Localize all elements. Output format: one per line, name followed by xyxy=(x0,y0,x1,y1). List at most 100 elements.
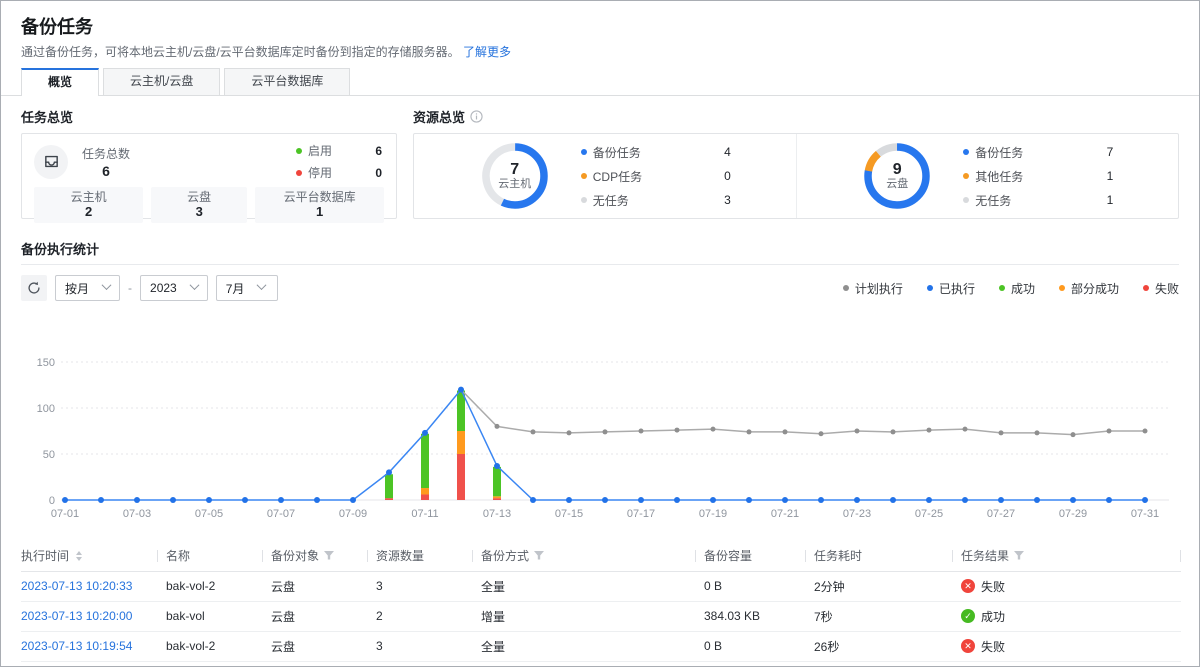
total-tasks-label: 任务总数 xyxy=(82,145,130,162)
hosts-donut-legend: 备份任务 4 CDP任务 0 无任务 3 xyxy=(581,144,731,209)
year-select[interactable]: 2023 xyxy=(140,275,208,301)
backup-record-time-link[interactable]: 2023-07-13 10:20:00 xyxy=(21,609,132,623)
enabled-value: 6 xyxy=(375,144,382,158)
column-resource-count: 资源数量 xyxy=(376,541,481,571)
hosts-donut-label: 云主机 xyxy=(498,178,531,191)
column-backup-target[interactable]: 备份对象 xyxy=(271,541,376,571)
svg-text:07-21: 07-21 xyxy=(771,508,799,520)
hosts-donut-value: 7 xyxy=(510,161,519,178)
legend-item-success[interactable]: 成功 xyxy=(999,280,1035,297)
legend-value: 1 xyxy=(1107,169,1114,183)
filter-icon[interactable] xyxy=(1014,551,1024,560)
period-select-value: 按月 xyxy=(65,280,89,297)
refresh-button[interactable] xyxy=(21,275,47,301)
status-enabled-row: 启用 6 xyxy=(296,142,382,159)
table-row: 2023-07-13 10:16:50bak-vol-2云盘3增量576.05 … xyxy=(21,661,1181,667)
breakdown-hosts-label: 云主机 xyxy=(71,190,107,204)
chevron-down-icon xyxy=(189,280,199,290)
legend-label: 成功 xyxy=(1011,280,1035,297)
task-overview-card: 任务总数 6 启用 6 停用 0 xyxy=(21,133,397,219)
svg-text:100: 100 xyxy=(37,403,55,415)
breakdown-disks-label: 云盘 xyxy=(187,190,211,204)
legend-value: 3 xyxy=(724,193,731,207)
cell-resource-count: 3 xyxy=(376,571,481,601)
legend-item: 备份任务 4 xyxy=(581,144,731,161)
page-description-text: 通过备份任务，可将本地云主机/云盘/云平台数据库定时备份到指定的存储服务器。 xyxy=(21,45,460,59)
chevron-down-icon xyxy=(102,280,112,290)
breakdown-box-databases: 云平台数据库 1 xyxy=(255,187,384,223)
cell-exec-time: 2023-07-13 10:16:50 xyxy=(21,661,166,667)
column-exec-time[interactable]: 执行时间 xyxy=(21,541,166,571)
breakdown-disks-value: 3 xyxy=(196,204,203,220)
legend-value: 0 xyxy=(724,169,731,183)
cell-name: bak-vol-2 xyxy=(166,571,271,601)
svg-text:07-29: 07-29 xyxy=(1059,508,1087,520)
svg-text:07-27: 07-27 xyxy=(987,508,1015,520)
column-duration: 任务耗时 xyxy=(814,541,961,571)
disabled-value: 0 xyxy=(375,166,382,180)
legend-item: 备份任务 7 xyxy=(963,144,1113,161)
tab-cloud-databases[interactable]: 云平台数据库 xyxy=(224,68,350,95)
column-label: 任务耗时 xyxy=(814,547,862,564)
section-divider xyxy=(21,264,1179,265)
chart-legend: 计划执行 已执行 成功 部分成功 失败 xyxy=(843,280,1179,297)
success-icon: ✓ xyxy=(961,609,975,623)
column-label: 名称 xyxy=(166,547,190,564)
svg-text:07-23: 07-23 xyxy=(843,508,871,520)
svg-text:07-09: 07-09 xyxy=(339,508,367,520)
legend-dot-icon xyxy=(581,173,587,179)
disabled-label: 停用 xyxy=(308,164,332,181)
svg-text:07-31: 07-31 xyxy=(1131,508,1159,520)
result-label: 失败 xyxy=(981,578,1005,595)
total-tasks-value: 6 xyxy=(82,163,130,179)
tab-overview[interactable]: 概览 xyxy=(21,68,99,96)
legend-item-executed[interactable]: 已执行 xyxy=(927,280,975,297)
page-description: 通过备份任务，可将本地云主机/云盘/云平台数据库定时备份到指定的存储服务器。 了… xyxy=(21,44,1179,60)
svg-text:07-15: 07-15 xyxy=(555,508,583,520)
column-task-result[interactable]: 任务结果 xyxy=(961,541,1181,571)
month-select-value: 7月 xyxy=(226,280,245,297)
legend-item-planned[interactable]: 计划执行 xyxy=(843,280,903,297)
result-label: 成功 xyxy=(981,608,1005,625)
svg-text:07-17: 07-17 xyxy=(627,508,655,520)
cell-duration: 2分钟 xyxy=(814,571,961,601)
disks-resource-half: 9 云盘 备份任务 7 其他任务 xyxy=(796,134,1179,218)
table-row: 2023-07-13 10:19:54bak-vol-2云盘3全量0 B26秒✕… xyxy=(21,631,1181,661)
tab-hosts-disks[interactable]: 云主机/云盘 xyxy=(103,68,220,95)
cell-duration: 7秒 xyxy=(814,601,961,631)
legend-item: 无任务 1 xyxy=(963,192,1113,209)
legend-dot-icon xyxy=(999,285,1005,291)
svg-text:07-05: 07-05 xyxy=(195,508,223,520)
legend-label: CDP任务 xyxy=(593,168,642,185)
resource-overview-heading: 资源总览 xyxy=(413,107,1179,126)
svg-text:150: 150 xyxy=(37,357,55,369)
month-select[interactable]: 7月 xyxy=(216,275,278,301)
cell-exec-time: 2023-07-13 10:20:33 xyxy=(21,571,166,601)
cell-exec-time: 2023-07-13 10:19:54 xyxy=(21,631,166,661)
stats-controls: 按月 - 2023 7月 计划执行 已执行 xyxy=(21,275,1179,301)
cell-exec-time: 2023-07-13 10:20:00 xyxy=(21,601,166,631)
cell-backup-method: 增量 xyxy=(481,601,704,631)
year-select-value: 2023 xyxy=(150,281,177,295)
cell-name: bak-vol xyxy=(166,601,271,631)
breakdown-databases-value: 1 xyxy=(316,204,323,220)
cell-resource-count: 3 xyxy=(376,631,481,661)
backup-record-time-link[interactable]: 2023-07-13 10:20:33 xyxy=(21,579,132,593)
learn-more-link[interactable]: 了解更多 xyxy=(463,45,511,59)
svg-text:07-07: 07-07 xyxy=(267,508,295,520)
legend-item-failed[interactable]: 失败 xyxy=(1143,280,1179,297)
column-backup-method[interactable]: 备份方式 xyxy=(481,541,704,571)
page-header: 备份任务 通过备份任务，可将本地云主机/云盘/云平台数据库定时备份到指定的存储服… xyxy=(1,1,1199,60)
legend-dot-icon xyxy=(1059,285,1065,291)
legend-value: 7 xyxy=(1107,145,1114,159)
column-label: 资源数量 xyxy=(376,547,424,564)
sort-icon[interactable] xyxy=(76,551,82,561)
legend-value: 1 xyxy=(1107,193,1114,207)
legend-item-partial[interactable]: 部分成功 xyxy=(1059,280,1119,297)
filter-icon[interactable] xyxy=(534,551,544,560)
filter-icon[interactable] xyxy=(324,551,334,560)
period-select[interactable]: 按月 xyxy=(55,275,120,301)
backup-record-time-link[interactable]: 2023-07-13 10:19:54 xyxy=(21,639,132,653)
disks-donut-chart: 9 云盘 xyxy=(861,140,933,212)
legend-label: 已执行 xyxy=(939,280,975,297)
